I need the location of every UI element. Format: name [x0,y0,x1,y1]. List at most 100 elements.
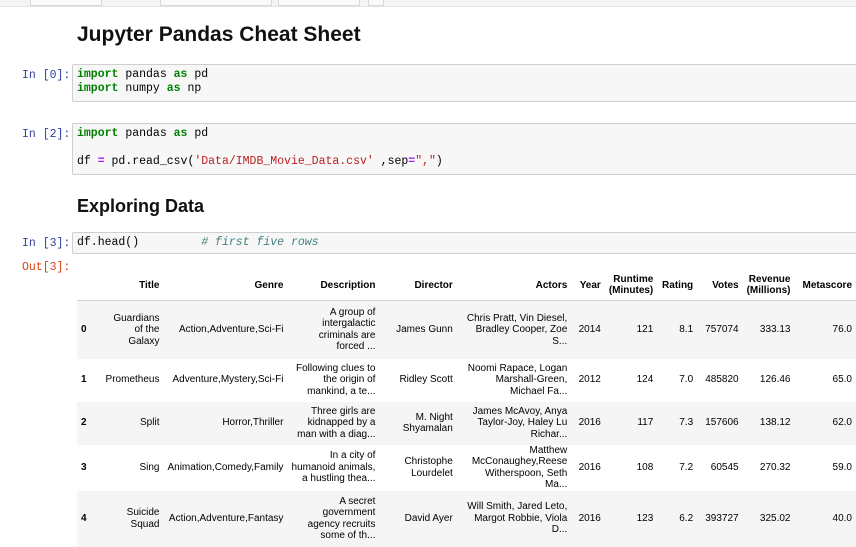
table-cell-description: A group of intergalactic criminals are f… [318,306,376,353]
code-token: "," [415,155,436,168]
table-cell-votes: 485820 [705,374,739,386]
column-header: Description [287,270,380,301]
code-token: pd.read_csv( [104,155,195,168]
table-cell-rating: 8.1 [679,324,694,335]
column-header [77,270,100,301]
table-cell-revenue: 333.13 [759,324,791,335]
code-token: as [166,82,181,95]
code-token: df [77,155,98,168]
code-token: as [173,68,188,81]
code-token: numpy [118,82,167,95]
row-index: 2 [81,417,87,429]
code-cell[interactable]: df.head() # first five rows [72,232,856,254]
code-line: import pandas as pd [77,68,856,82]
code-line: df.head() # first five rows [77,236,856,250]
table-cell-director: Ridley Scott [399,374,453,386]
table-header-row: Title Genre Description Director Actors Year R… [77,270,856,301]
table-cell-description: A secret government agency recruits some… [307,495,376,542]
table-cell-runtime: 121 [636,324,654,335]
table-row: 3 Sing Animation,Comedy,Family In a city of… [77,444,856,491]
code-token: = [97,155,105,168]
table-cell-runtime: 108 [636,461,654,473]
column-header: Year [571,270,605,301]
table-cell-genre: Adventure,Mystery,Sci-Fi [172,374,284,386]
code-token: pd [187,127,209,140]
table-cell-rating: 7.3 [679,417,694,429]
column-header: Title [99,270,164,301]
code-token: 'Data/IMDB_Movie_Data.csv' [194,155,374,168]
table-cell-votes: 393727 [705,512,739,524]
table-cell-votes: 60545 [710,461,739,473]
code-token: ,sep [373,155,409,168]
table-cell-metascore: 65.0 [832,374,852,386]
code-token: ) [435,155,443,168]
table-cell-runtime: 124 [636,374,654,386]
code-token: import [77,68,119,81]
column-header: Metascore [794,270,856,301]
cell-prompt: In [2]: [22,128,71,141]
table-cell-revenue: 270.32 [759,461,791,473]
column-header: Rating [657,270,698,301]
table-cell-title: Split [140,417,160,429]
column-header: Director [379,270,457,301]
cell-prompt: In [3]: [22,237,71,250]
table-cell-title: Prometheus [105,374,160,386]
table-cell-title: Guardians of the Galaxy [113,312,160,347]
table-cell-genre: Animation,Comedy,Family [167,461,284,473]
table-cell-revenue: 126.46 [759,374,791,386]
table-cell-genre: Action,Adventure,Sci-Fi [178,324,284,335]
table-cell-year: 2016 [578,461,601,473]
table-cell-rating: 7.0 [679,374,694,386]
code-token: np [180,82,202,95]
toolbar-tab[interactable] [30,0,102,6]
code-line: import pandas as pd [77,127,856,141]
table-cell-title: Sing [139,461,160,473]
table-cell-year: 2016 [578,512,601,524]
row-index: 1 [81,374,87,386]
column-header: Actors [456,270,572,301]
table-cell-actors: Will Smith, Jared Leto, Margot Robbie, V… [467,501,568,536]
table-cell-runtime: 117 [637,417,654,429]
table-cell-rating: 6.2 [679,512,694,524]
toolbar-tab[interactable] [160,0,272,6]
table-cell-director: James Gunn [396,324,453,335]
code-token: import [77,82,119,95]
table-cell-director: M. Night Shyamalan [402,411,453,435]
code-cell[interactable]: import pandas as pd df = pd.read_csv('Dat… [72,123,856,175]
dataframe-table: Title Genre Description Director Actors Year R… [77,270,856,547]
cell-prompt: In [0]: [22,69,71,82]
table-cell-year: 2016 [578,417,601,429]
table-row: 1 Prometheus Adventure,Mystery,Sci-Fi Follo… [77,358,856,402]
table-cell-director: David Ayer [404,512,453,524]
table-cell-votes: 757074 [705,324,739,335]
table-cell-runtime: 123 [636,512,654,524]
table-cell-actors: Matthew McConaughey,Reese Witherspoon, S… [471,444,568,491]
table-row: 4 Suicide Squad Action,Adventure,Fantasy A … [77,490,856,547]
table-cell-actors: Chris Pratt, Vin Diesel, Bradley Cooper,… [466,312,568,347]
row-index: 0 [81,324,87,335]
notebook-title: Jupyter Pandas Cheat Sheet [77,23,361,46]
code-token: pd [187,68,209,81]
toolbar-tab[interactable] [278,0,360,6]
table-row: 0 Guardians of the Galaxy Action,Adventure… [77,300,856,359]
table-cell-actors: James McAvoy, Anya Taylor-Joy, Haley Lu … [472,405,568,440]
table-cell-director: Christophe Lourdelet [404,456,453,479]
code-token: # first five rows [201,236,319,249]
output-prompt: Out[3]: [22,261,71,274]
table-cell-title: Suicide Squad [126,507,160,530]
table-row: 2 Split Horror,Thriller Three girls are kid… [77,401,856,445]
toolbar-tab[interactable] [368,0,384,6]
code-cell[interactable]: import pandas as pd import numpy as np [72,64,856,102]
table-cell-votes: 157606 [705,417,739,429]
code-token: pandas [118,127,174,140]
table-cell-metascore: 62.0 [832,417,852,429]
column-header: Votes [697,270,743,301]
table-cell-rating: 7.2 [679,461,694,473]
table-cell-description: Following clues to the origin of mankind… [295,362,376,397]
table-cell-year: 2014 [578,324,601,335]
table-cell-actors: Noomi Rapace, Logan Marshall-Green, Mich… [467,362,568,397]
toolbar-strip [0,0,856,7]
table-cell-metascore: 76.0 [832,324,852,335]
column-header: Runtime (Minutes) [604,270,658,301]
column-header: Genre [163,270,288,301]
